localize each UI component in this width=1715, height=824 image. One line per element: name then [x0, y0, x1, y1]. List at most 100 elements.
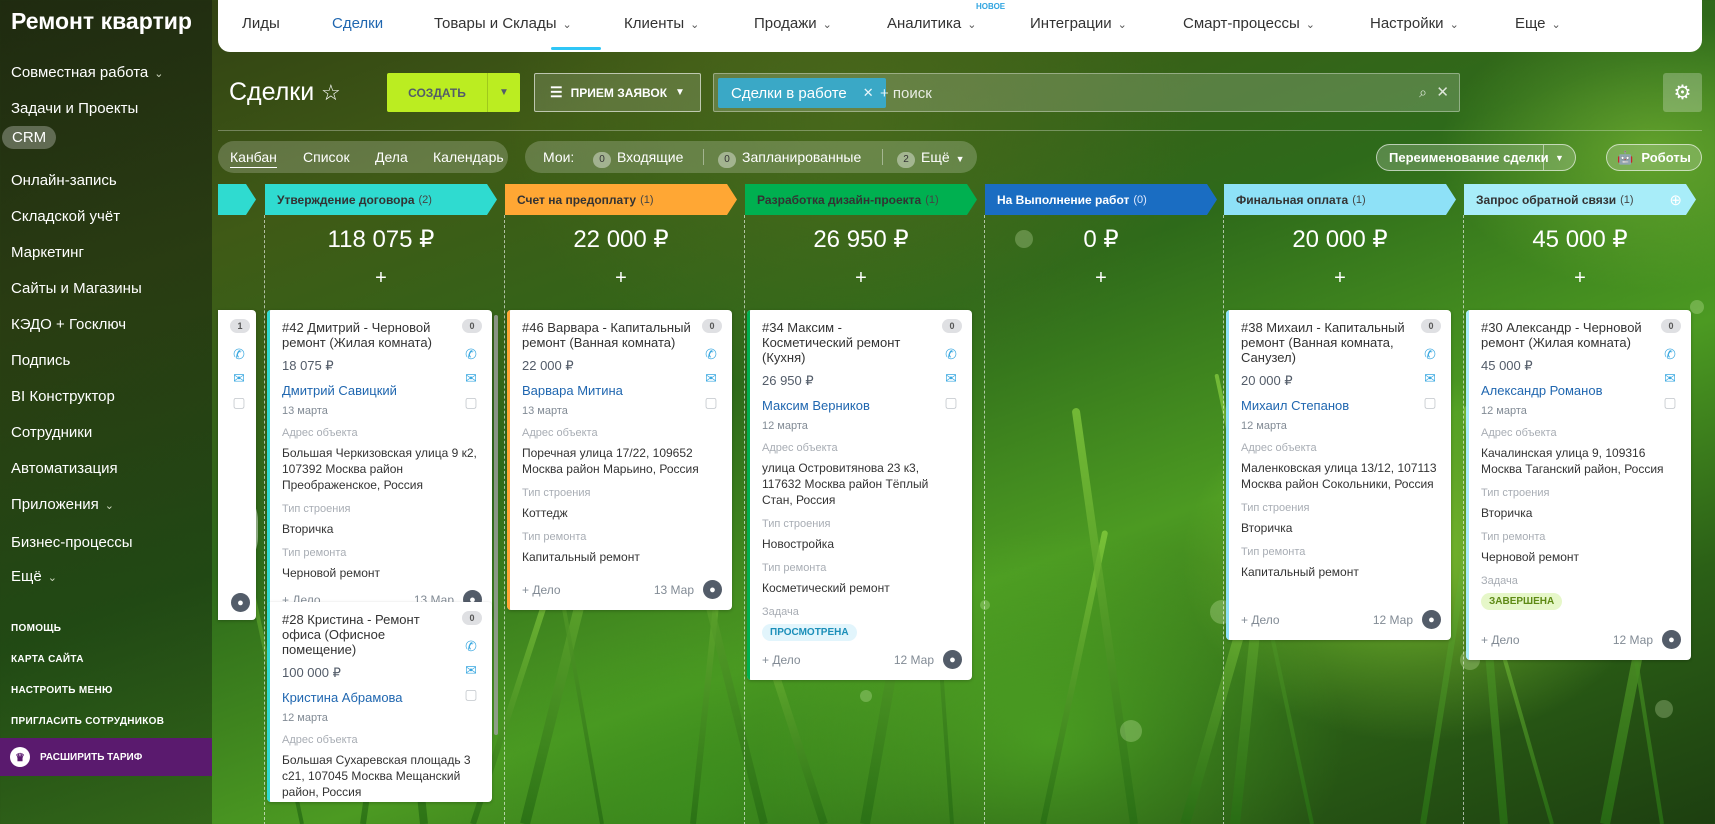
deal-title[interactable]: #30 Александр - Черновой ремонт (Жилая к…	[1481, 320, 1651, 350]
sidebar-item-7[interactable]: КЭДО + Госключ	[11, 316, 126, 333]
gear-icon[interactable]: ⚙	[1663, 73, 1702, 112]
column-header[interactable]: Счет на предоплату (1)	[505, 184, 737, 215]
counter-planned[interactable]: 0 Запланированные	[718, 149, 861, 168]
phone-icon[interactable]: ✆	[1663, 346, 1677, 363]
sidebar-item-2[interactable]: CRM	[2, 126, 57, 149]
deal-title[interactable]: #46 Варвара - Капитальный ремонт (Ванная…	[522, 320, 692, 350]
phone-icon[interactable]: ✆	[704, 346, 718, 363]
tab-6[interactable]: Интеграции ⌄	[1030, 15, 1127, 32]
pipeline-select-button[interactable]: ☰ ПРИЕМ ЗАЯВОК ▼	[534, 73, 701, 112]
add-activity-link[interactable]: + Дело	[762, 653, 801, 667]
comment-icon[interactable]: ▢	[232, 394, 246, 411]
tab-5[interactable]: Аналитика ⌄	[887, 15, 976, 32]
column-header[interactable]: Разработка дизайн-проекта (1)	[745, 184, 977, 215]
sidebar-item-8[interactable]: Подпись	[11, 352, 70, 369]
search-icon[interactable]: ⌕	[1419, 84, 1427, 101]
mail-icon[interactable]: ✉	[944, 370, 958, 387]
tab-0[interactable]: Лиды	[242, 15, 280, 32]
tab-8[interactable]: Настройки ⌄	[1370, 15, 1459, 32]
quick-add-deal-button[interactable]: +	[265, 267, 497, 293]
sidebar-item-3[interactable]: Онлайн-запись	[11, 172, 117, 189]
deal-title[interactable]: #34 Максим - Косметический ремонт (Кухня…	[762, 320, 932, 365]
column-scrollbar[interactable]	[494, 315, 498, 735]
comment-icon[interactable]: ▢	[704, 394, 718, 411]
clear-search-icon[interactable]: ✕	[1436, 83, 1449, 101]
quick-add-deal-button[interactable]: +	[1464, 267, 1696, 293]
sidebar-item-1[interactable]: Задачи и Проекты	[11, 100, 138, 117]
avatar[interactable]: ●	[1422, 610, 1441, 629]
client-name-link[interactable]: Александр Романов	[1481, 383, 1677, 398]
avatar[interactable]: ●	[231, 593, 250, 612]
view-kanban[interactable]: Канбан	[230, 149, 277, 168]
robots-button[interactable]: 🤖 Роботы	[1606, 144, 1702, 171]
mail-icon[interactable]: ✉	[704, 370, 718, 387]
tab-3[interactable]: Клиенты ⌄	[624, 15, 699, 32]
sidebar-item-10[interactable]: Сотрудники	[11, 424, 92, 441]
sidebar-item-14[interactable]: Ещё ⌄	[11, 568, 57, 585]
mail-icon[interactable]: ✉	[1663, 370, 1677, 387]
search-box[interactable]: Сделки в работе ✕ ⌕ ✕	[713, 73, 1460, 112]
tab-1[interactable]: Сделки	[332, 15, 383, 32]
deal-title[interactable]: #42 Дмитрий - Черновой ремонт (Жилая ком…	[282, 320, 452, 350]
sidebar-link-2[interactable]: НАСТРОИТЬ МЕНЮ	[11, 685, 113, 696]
deal-card[interactable]: 0 ✆ ✉ ▢ #34 Максим - Косметический ремонт (К…	[747, 310, 972, 680]
create-dropdown-chevron-icon[interactable]: ▼	[487, 73, 520, 112]
client-name-link[interactable]: Михаил Степанов	[1241, 398, 1437, 413]
column-header[interactable]: На Выполнение работ (0)	[985, 184, 1217, 215]
phone-icon[interactable]: ✆	[1423, 346, 1437, 363]
sidebar-link-0[interactable]: ПОМОЩЬ	[11, 623, 61, 634]
deal-title[interactable]: #38 Михаил - Капитальный ремонт (Ванная …	[1241, 320, 1411, 365]
chevron-down-icon[interactable]: ▼	[1543, 145, 1575, 170]
client-name-link[interactable]: Дмитрий Савицкий	[282, 383, 478, 398]
filter-tag[interactable]: Сделки в работе ✕	[718, 78, 886, 108]
comment-icon[interactable]: ▢	[1663, 394, 1677, 411]
tab-7[interactable]: Смарт-процессы ⌄	[1183, 15, 1315, 32]
sidebar-item-0[interactable]: Совместная работа ⌄	[11, 64, 163, 81]
upgrade-plan-button[interactable]: ♛ РАСШИРИТЬ ТАРИФ	[0, 738, 212, 776]
quick-add-deal-button[interactable]: +	[505, 267, 737, 293]
deal-card[interactable]: 0 ✆ ✉ ▢ #46 Варвара - Капитальный ремонт (Ва…	[507, 310, 732, 610]
client-name-link[interactable]: Кристина Абрамова	[282, 690, 478, 705]
phone-icon[interactable]: ✆	[944, 346, 958, 363]
mail-icon[interactable]: ✉	[464, 662, 478, 679]
quick-add-deal-button[interactable]: +	[745, 267, 977, 293]
deal-card[interactable]: 0 ✆ ✉ ▢ #30 Александр - Черновой ремонт (Жил…	[1466, 310, 1691, 660]
deal-card[interactable]: 0 ✆ ✉ ▢ #38 Михаил - Капитальный ремонт (Ван…	[1226, 310, 1451, 640]
search-input[interactable]	[880, 78, 1380, 108]
sidebar-item-9[interactable]: BI Конструктор	[11, 388, 115, 405]
column-header[interactable]: Запрос обратной связи (1) ⊕	[1464, 184, 1696, 215]
column-header[interactable]: Утверждение договора (2)	[265, 184, 497, 215]
mail-icon[interactable]: ✉	[464, 370, 478, 387]
avatar[interactable]: ●	[943, 650, 962, 669]
avatar[interactable]: ●	[1662, 630, 1681, 649]
star-icon[interactable]: ☆	[321, 80, 341, 106]
counter-more[interactable]: 2 Ещё ▼	[897, 149, 965, 168]
tab-2[interactable]: Товары и Склады ⌄	[434, 15, 572, 32]
view-list[interactable]: Список	[303, 149, 350, 165]
quick-add-deal-button[interactable]: +	[985, 267, 1217, 293]
phone-icon[interactable]: ✆	[464, 346, 478, 363]
add-column-icon[interactable]: ⊕	[1669, 191, 1682, 209]
quick-add-deal-button[interactable]: +	[1224, 267, 1456, 293]
tab-4[interactable]: Продажи ⌄	[754, 15, 832, 32]
sidebar-item-13[interactable]: Бизнес-процессы	[11, 534, 133, 551]
deal-title[interactable]: #28 Кристина - Ремонт офиса (Офисное пом…	[282, 612, 452, 657]
phone-icon[interactable]: ✆	[232, 346, 246, 363]
sidebar-item-12[interactable]: Приложения ⌄	[11, 496, 114, 513]
add-activity-link[interactable]: + Дело	[1481, 633, 1520, 647]
avatar[interactable]: ●	[703, 580, 722, 599]
sidebar-item-5[interactable]: Маркетинг	[11, 244, 84, 261]
comment-icon[interactable]: ▢	[464, 686, 478, 703]
add-activity-link[interactable]: + Дело	[522, 583, 561, 597]
sidebar-link-3[interactable]: ПРИГЛАСИТЬ СОТРУДНИКОВ	[11, 716, 164, 727]
view-activities[interactable]: Дела	[375, 149, 408, 165]
comment-icon[interactable]: ▢	[464, 394, 478, 411]
client-name-link[interactable]: Максим Верников	[762, 398, 958, 413]
sidebar-link-1[interactable]: КАРТА САЙТА	[11, 654, 84, 665]
mail-icon[interactable]: ✉	[1423, 370, 1437, 387]
sidebar-item-4[interactable]: Складской учёт	[11, 208, 120, 225]
view-calendar[interactable]: Календарь	[433, 149, 504, 165]
client-name-link[interactable]: Варвара Митина	[522, 383, 718, 398]
counter-incoming[interactable]: 0 Входящие	[593, 149, 683, 168]
comment-icon[interactable]: ▢	[944, 394, 958, 411]
